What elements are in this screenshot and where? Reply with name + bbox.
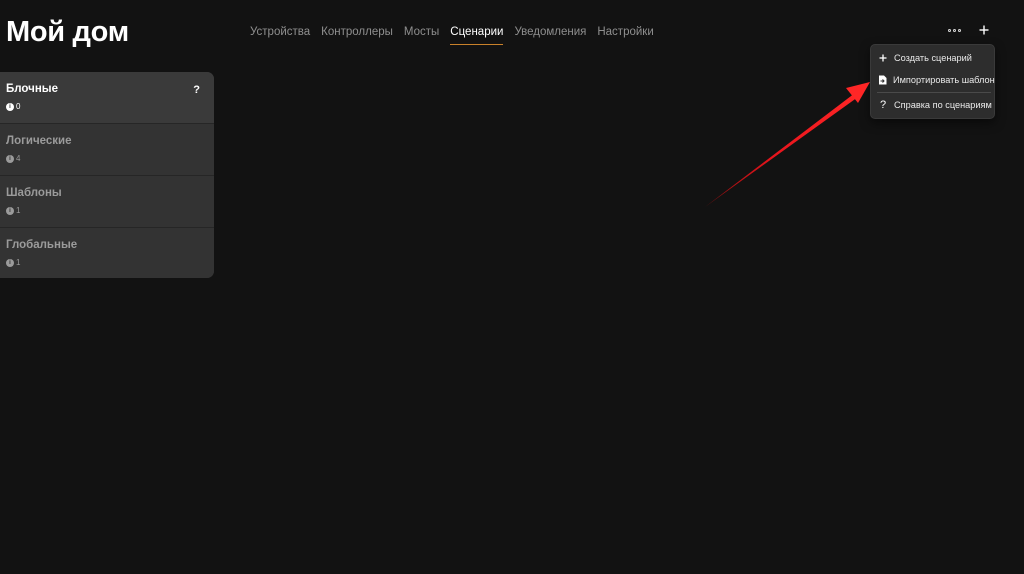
info-icon: i: [6, 258, 14, 267]
count-value: 1: [16, 206, 21, 215]
app-window: Мой дом Устройства Контроллеры Мосты Сце…: [0, 0, 1024, 574]
tab-controllers[interactable]: Контроллеры: [321, 24, 393, 45]
list-item-label: Логические: [6, 135, 72, 147]
info-icon: i: [6, 154, 14, 163]
list-item-templates[interactable]: Шаблоны i 1: [0, 176, 214, 228]
main-nav: Устройства Контроллеры Мосты Сценарии Ув…: [250, 24, 665, 45]
menu-item-create-scenario[interactable]: Создать сценарий: [871, 47, 994, 69]
menu-item-label: Импортировать шаблон: [893, 75, 995, 85]
menu-divider: [877, 92, 991, 93]
list-item-label: Шаблоны: [6, 187, 62, 199]
list-item-count: i 4: [6, 154, 20, 163]
scenario-actions-menu: Создать сценарий Импортировать шаблон ? …: [870, 44, 995, 119]
list-item-count: i 1: [6, 206, 20, 215]
header-actions: [946, 22, 992, 38]
list-item-logic[interactable]: Логические i 4: [0, 124, 214, 176]
tab-bridges[interactable]: Мосты: [404, 24, 439, 45]
help-button[interactable]: ?: [193, 84, 200, 96]
list-item-label: Глобальные: [6, 239, 78, 251]
tab-devices[interactable]: Устройства: [250, 24, 310, 45]
import-file-icon: [878, 74, 887, 86]
plus-icon: [878, 52, 888, 64]
list-item-count: i 1: [6, 258, 20, 267]
menu-item-scenarios-help[interactable]: ? Справка по сценариям: [871, 94, 994, 116]
scenario-type-list: Блочные i 0 ? Логические i 4 Шаблоны i 1…: [0, 72, 214, 278]
tab-settings[interactable]: Настройки: [597, 24, 653, 45]
list-item-label: Блочные: [6, 83, 58, 95]
page-title: Мой дом: [6, 16, 129, 48]
count-value: 4: [16, 154, 21, 163]
menu-item-label: Создать сценарий: [894, 53, 972, 63]
menu-item-label: Справка по сценариям: [894, 100, 992, 110]
menu-item-import-template[interactable]: Импортировать шаблон: [871, 69, 995, 91]
count-value: 1: [16, 258, 21, 267]
info-icon: i: [6, 206, 14, 215]
plus-icon[interactable]: [976, 22, 992, 38]
info-icon: i: [6, 102, 14, 111]
list-item-global[interactable]: Глобальные i 1: [0, 228, 214, 278]
tab-notifications[interactable]: Уведомления: [514, 24, 586, 45]
tab-scenarios[interactable]: Сценарии: [450, 24, 504, 45]
list-item-block[interactable]: Блочные i 0 ?: [0, 72, 214, 124]
more-dots-icon[interactable]: [946, 22, 962, 38]
question-icon: ?: [879, 99, 887, 111]
list-item-count: i 0: [6, 102, 20, 111]
count-value: 0: [16, 102, 21, 111]
